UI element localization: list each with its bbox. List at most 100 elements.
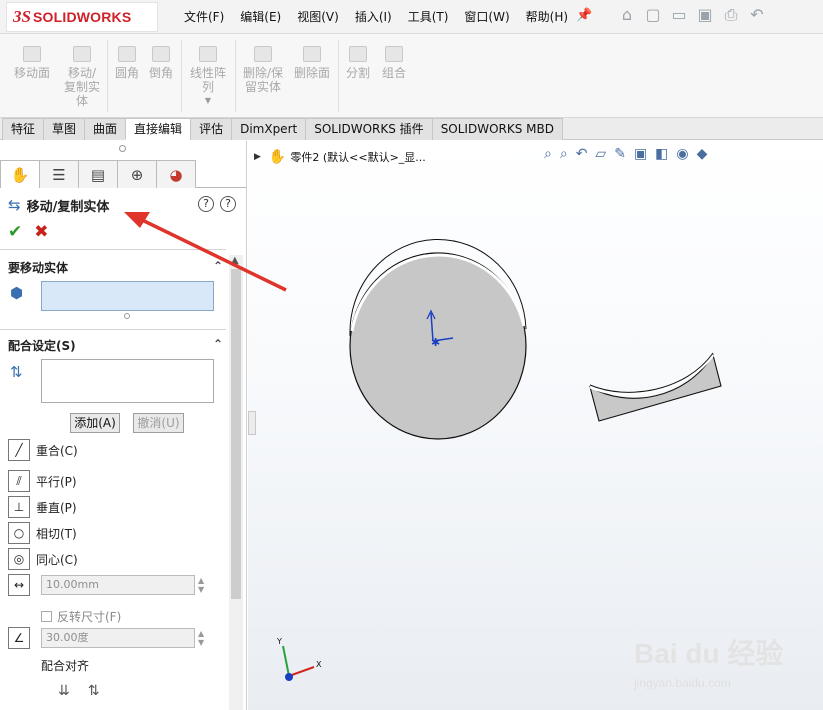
pin-icon[interactable]: 📌 — [576, 8, 592, 23]
scrollbar[interactable]: ▲ — [229, 255, 243, 710]
resize-handle[interactable] — [124, 313, 130, 319]
tab-sketch[interactable]: 草图 — [43, 118, 86, 140]
flip-dimension-checkbox[interactable]: 反转尺寸(F) — [41, 608, 121, 625]
tab-direct-editing[interactable]: 直接编辑 — [125, 118, 192, 140]
bodies-section-header[interactable]: 要移动实体 ⌃ — [8, 259, 223, 277]
move-face-button[interactable]: 移动面 — [10, 46, 54, 80]
tab-evaluate[interactable]: 评估 — [190, 118, 233, 140]
aligned-icon[interactable]: ⇊ — [58, 683, 70, 699]
move-copy-body-label: 移动/ 复制实 体 — [63, 66, 100, 108]
mate-alignment-label: 配合对齐 — [41, 659, 90, 673]
confirm-row: ✔ ✖ — [8, 222, 49, 242]
whats-new-icon[interactable]: ? — [198, 196, 214, 212]
tab-dimxpert[interactable]: DimXpert — [231, 118, 307, 140]
property-manager-header: ⇆ 移动/复制实体 ? ? — [8, 195, 240, 215]
cancel-x-icon[interactable]: ✖ — [34, 222, 48, 242]
mate-perpendicular-label: 垂直(P) — [36, 500, 77, 515]
display-manager-tab[interactable]: ◕ — [156, 160, 196, 188]
move-copy-body-button[interactable]: 移动/ 复制实 体 — [60, 46, 104, 108]
menu-file[interactable]: 文件(F) — [184, 8, 224, 25]
mate-settings-header[interactable]: 配合设定(S) ⌃ — [8, 337, 223, 355]
page-title: 移动/复制实体 — [26, 199, 110, 215]
linear-pattern-button[interactable]: 线性阵 列 ▼ — [186, 46, 230, 108]
menu-view[interactable]: 视图(V) — [297, 8, 339, 25]
configuration-manager-tab[interactable]: ▤ — [78, 160, 118, 188]
logo-prefix: 3S — [13, 7, 31, 26]
menu-tools[interactable]: 工具(T) — [408, 8, 449, 25]
checkbox-square[interactable] — [41, 611, 52, 622]
bodies-selection-box[interactable] — [41, 281, 214, 311]
feature-manager-tab[interactable]: ✋ — [0, 160, 40, 188]
delete-face-label: 删除面 — [293, 66, 330, 80]
delete-keep-body-button[interactable]: 删除/保 留实体 — [240, 46, 286, 94]
property-manager-pane: ✋ ☰ ▤ ⊕ ◕ ⇆ 移动/复制实体 ? ? ✔ ✖ 要移动实体 ⌃ ⬢ 配合… — [0, 141, 247, 710]
toolbar-divider — [235, 40, 236, 112]
mate-entities-box[interactable] — [41, 359, 214, 403]
tab-surfaces[interactable]: 曲面 — [84, 118, 127, 140]
combine-button[interactable]: 组合 — [379, 46, 409, 80]
toolbar-divider — [338, 40, 339, 112]
watermark-url: jingyan.baidu.com — [634, 676, 731, 690]
fillet-button[interactable]: 圆角 — [112, 46, 142, 80]
logo-text: SOLIDWORKS — [32, 9, 132, 25]
chamfer-button[interactable]: 倒角 — [146, 46, 176, 80]
fillet-label: 圆角 — [114, 66, 139, 80]
scroll-up-arrow-icon[interactable]: ▲ — [231, 255, 239, 266]
spin-arrows-icon[interactable]: ▲ ▼ — [198, 576, 204, 594]
split-button[interactable]: 分割 — [343, 46, 373, 80]
quick-access-toolbar: ⌂ ▢ ▭ ▣ ⎙ ↶ — [617, 5, 767, 25]
angle-mate-icon-box[interactable]: ∠ — [8, 627, 36, 649]
distance-mate-icon-box[interactable]: ↔ — [8, 574, 36, 596]
svg-text:✱: ✱ — [431, 336, 440, 349]
dimxpert-manager-tab[interactable]: ⊕ — [117, 160, 157, 188]
new-document-icon[interactable]: ▢ — [643, 5, 663, 25]
splitter-handle[interactable] — [119, 145, 126, 152]
solidworks-logo[interactable]: 3S SOLIDWORKS — [6, 2, 158, 32]
save-icon[interactable]: ▣ — [695, 5, 715, 25]
mate-coincident[interactable]: ╱ 重合(C) — [8, 439, 78, 461]
mate-settings-title: 配合设定(S) — [8, 339, 76, 353]
graphics-area[interactable]: ▶ ✋ 零件2 (默认<<默认>_显... ⌕ ⌕ ↶ ▱ ✎ ▣ ◧ ◉ ◆ … — [248, 141, 823, 710]
command-manager: 移动面 移动/ 复制实 体 圆角 倒角 线性阵 列 ▼ 删除/保 留实体 删除面… — [0, 34, 823, 118]
mate-perpendicular[interactable]: ⊥ 垂直(P) — [8, 496, 77, 518]
home-icon[interactable]: ⌂ — [617, 5, 637, 25]
chevron-down-icon[interactable]: ▼ — [186, 94, 230, 108]
menu-edit[interactable]: 编辑(E) — [240, 8, 281, 25]
undo-button[interactable]: 撤消(U) — [133, 413, 184, 433]
help-icon[interactable]: ? — [220, 196, 236, 212]
menu-insert[interactable]: 插入(I) — [355, 8, 392, 25]
print-icon[interactable]: ⎙ — [721, 5, 741, 25]
mate-concentric-label: 同心(C) — [36, 552, 78, 567]
spin-arrows-icon[interactable]: ▲ ▼ — [198, 629, 204, 647]
add-button[interactable]: 添加(A) — [70, 413, 120, 433]
chevron-up-icon[interactable]: ⌃ — [213, 259, 223, 273]
tab-solidworks-addins[interactable]: SOLIDWORKS 插件 — [305, 118, 433, 140]
ok-checkmark-icon[interactable]: ✔ — [8, 222, 22, 242]
mate-parallel[interactable]: ⫽ 平行(P) — [8, 470, 77, 492]
menu-bar: 文件(F) 编辑(E) 视图(V) 插入(I) 工具(T) 窗口(W) 帮助(H… — [184, 8, 584, 25]
alignment-buttons: ⇊ ⇅ — [58, 683, 99, 699]
tab-features[interactable]: 特征 — [2, 118, 45, 140]
mate-tangent[interactable]: ○ 相切(T) — [8, 522, 77, 544]
command-tabs: 特征 草图 曲面 直接编辑 评估 DimXpert SOLIDWORKS 插件 … — [0, 118, 823, 140]
bodies-section-title: 要移动实体 — [8, 261, 69, 275]
open-folder-icon[interactable]: ▭ — [669, 5, 689, 25]
title-bar: 3S SOLIDWORKS 文件(F) 编辑(E) 视图(V) 插入(I) 工具… — [0, 0, 823, 34]
menu-help[interactable]: 帮助(H) — [526, 8, 568, 25]
menu-window[interactable]: 窗口(W) — [464, 8, 509, 25]
distance-input[interactable]: 10.00mm — [41, 575, 195, 595]
crosshair-icon: ⊕ — [130, 165, 144, 184]
triad-x-label: X — [316, 660, 322, 669]
linear-pattern-icon — [199, 46, 217, 62]
anti-aligned-icon[interactable]: ⇅ — [88, 683, 100, 699]
delete-face-button[interactable]: 删除面 — [292, 46, 332, 80]
chevron-up-icon[interactable]: ⌃ — [213, 337, 223, 351]
tangent-icon: ○ — [8, 522, 30, 544]
tab-solidworks-mbd[interactable]: SOLIDWORKS MBD — [431, 118, 563, 140]
scrollbar-thumb[interactable] — [231, 269, 241, 599]
watermark-logo: Bai du 经验 — [634, 638, 784, 669]
property-manager-tab[interactable]: ☰ — [39, 160, 79, 188]
mate-concentric[interactable]: ◎ 同心(C) — [8, 548, 78, 570]
angle-input[interactable]: 30.00度 — [41, 628, 195, 648]
undo-icon[interactable]: ↶ — [747, 5, 767, 25]
